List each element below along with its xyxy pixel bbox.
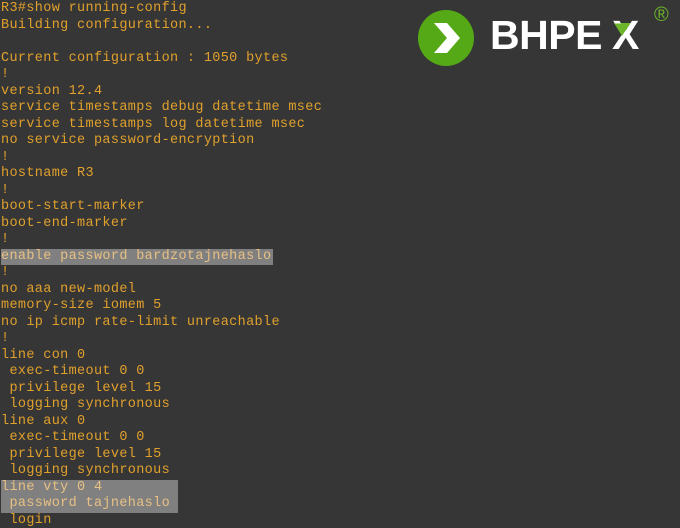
terminal-line-text: line aux 0 [1,413,86,429]
terminal-line-text: logging synchronous [1,463,171,478]
terminal-line: service timestamps log datetime msec [0,117,680,134]
terminal-line-text: hostname R3 [1,166,94,181]
terminal-line-text: privilege level 15 [1,446,162,462]
terminal-line-text: Current configuration : 1050 bytes [1,50,289,66]
chevron-right-in-circle-icon [418,10,474,66]
registered-trademark-icon: ® [654,4,669,26]
terminal-line-text: ! [1,149,10,165]
terminal-line-text: ! [1,67,10,82]
terminal-line: privilege level 15 [0,381,680,398]
terminal-line: version 12.4 [0,84,680,101]
terminal-line: boot-start-marker [0,199,680,216]
terminal-line: ! [0,232,680,249]
terminal-output[interactable]: R3#show running-config Building configura… [0,0,680,528]
terminal-line: ! [0,331,680,348]
terminal-line-text: no ip icmp rate-limit unreachable [1,314,280,330]
terminal-line-selected: line vty 0 4 [0,479,178,496]
svg-text:BHPE: BHPE [490,13,602,58]
terminal-line: memory-size iomem 5 [0,298,680,315]
terminal-line-text: ! [1,265,10,280]
terminal-line: service timestamps debug datetime msec [0,100,680,117]
terminal-line-text: memory-size iomem 5 [1,298,162,313]
terminal-line-text: enable password bardzotajnehaslo [1,248,274,265]
screenshot-root: R3#show running-config Building configura… [0,0,680,528]
terminal-line-selected: enable password bardzotajnehaslo [0,248,680,265]
terminal-line-text: privilege level 15 [1,380,162,396]
terminal-line: line con 0 [0,348,680,365]
terminal-line: logging synchronous [0,397,680,414]
terminal-line: line aux 0 [0,414,680,431]
bhpex-wordmark: BHPE X [490,12,658,59]
terminal-line-text: exec-timeout 0 0 [1,364,145,379]
terminal-line-text: password tajnehaslo [1,496,178,513]
terminal-line: no service password-encryption [0,133,680,150]
terminal-line: ! [0,183,680,200]
svg-text:X: X [612,13,639,58]
bhpex-wordmark-svg: BHPE X [490,12,640,58]
terminal-line-text: no aaa new-model [1,281,137,297]
terminal-line-text: exec-timeout 0 0 [1,430,145,445]
terminal-line: exec-timeout 0 0 [0,430,680,447]
terminal-line: exec-timeout 0 0 [0,364,680,381]
terminal-line-text: boot-start-marker [1,199,145,214]
terminal-line-text: version 12.4 [1,83,103,99]
terminal-line: ! [0,265,680,282]
terminal-line-text: R3#show running-config [1,1,187,16]
terminal-line-text: line con 0 [1,347,86,363]
terminal-line: logging synchronous [0,463,680,480]
terminal-line: boot-end-marker [0,216,680,233]
terminal-line-text: ! [1,232,10,247]
terminal-line: no ip icmp rate-limit unreachable [0,315,680,332]
terminal-line-text: line vty 0 4 [1,479,178,496]
terminal-line-selected: password tajnehaslo [0,496,178,513]
terminal-line: privilege level 15 [0,447,680,464]
terminal-line-text: ! [1,331,10,346]
terminal-line-text: logging synchronous [1,397,171,412]
terminal-line-text: no service password-encryption [1,133,255,148]
bhpex-logo: BHPE X ® [418,4,676,70]
terminal-line: hostname R3 [0,166,680,183]
terminal-line: login [0,513,680,528]
terminal-line: no aaa new-model [0,282,680,299]
terminal-line-text: boot-end-marker [1,215,128,231]
terminal-line-text: service timestamps debug datetime msec [1,100,323,115]
terminal-line-text: service timestamps log datetime msec [1,116,306,132]
terminal-line-text: Building configuration... [1,17,213,33]
terminal-line-text: ! [1,182,10,198]
terminal-line-text: login [1,512,52,528]
terminal-line: ! [0,150,680,167]
